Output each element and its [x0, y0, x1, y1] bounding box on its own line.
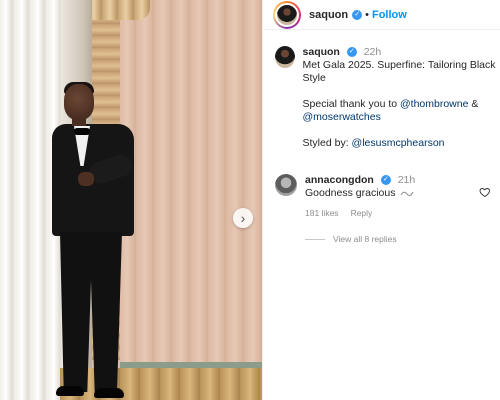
- view-replies-button[interactable]: View all 8 replies: [305, 234, 397, 244]
- post-header: saquon ✓ • Follow: [263, 0, 500, 30]
- chevron-right-icon: ›: [240, 210, 246, 226]
- separator-dot: •: [365, 8, 369, 21]
- comment-avatar[interactable]: [275, 174, 297, 196]
- mention-moserwatches[interactable]: @moserwatches: [303, 111, 381, 123]
- post-side-panel: saquon ✓ • Follow saquon ✓ 22h Met Gala …: [262, 0, 500, 400]
- avatar-image: [275, 2, 299, 27]
- caption-line1: Met Gala 2025. Superfine: Tailoring Blac…: [302, 59, 496, 84]
- bow-tie: [74, 128, 90, 135]
- replies-line: [305, 238, 325, 240]
- ampersand: &: [468, 98, 479, 110]
- verified-badge-icon: ✓: [380, 175, 391, 186]
- wave-emoji-icon: [400, 191, 414, 197]
- styled-by-text: Styled by:: [302, 137, 352, 149]
- follow-button[interactable]: Follow: [372, 9, 407, 21]
- verified-badge-icon: ✓: [346, 47, 357, 58]
- mention-thombrowne[interactable]: @thombrowne: [400, 98, 468, 110]
- mention-stylist[interactable]: @lesusmcphearson: [352, 137, 445, 149]
- head: [64, 84, 94, 120]
- caption-username[interactable]: saquon: [303, 46, 340, 58]
- caption-time: 22h: [363, 46, 382, 58]
- post-caption: saquon ✓ 22h Met Gala 2025. Superfine: T…: [275, 46, 497, 150]
- caption-avatar[interactable]: [275, 46, 295, 68]
- left-shoe: [56, 386, 84, 396]
- hand: [78, 172, 94, 186]
- comment-username[interactable]: annacongdon: [305, 174, 374, 186]
- comment-likes[interactable]: 181 likes: [305, 207, 339, 220]
- view-replies-label: View all 8 replies: [333, 234, 397, 244]
- right-shoe: [94, 388, 124, 398]
- comment: annacongdon ✓ 21h Goodness gracious 181 …: [275, 174, 497, 220]
- profile-avatar[interactable]: [273, 0, 301, 29]
- next-photo-button[interactable]: ›: [233, 208, 253, 228]
- reply-button[interactable]: Reply: [351, 207, 373, 220]
- man-in-tuxedo: [50, 82, 150, 400]
- header-username[interactable]: saquon: [309, 9, 348, 21]
- thanks-text: Special thank you to: [302, 98, 400, 110]
- comment-text: Goodness gracious: [305, 187, 396, 199]
- heart-icon[interactable]: [479, 186, 491, 198]
- tuxedo-pants: [60, 232, 122, 392]
- verified-badge-icon: ✓: [352, 9, 363, 20]
- comment-time: 21h: [397, 174, 416, 186]
- post-photo[interactable]: ›: [0, 0, 262, 400]
